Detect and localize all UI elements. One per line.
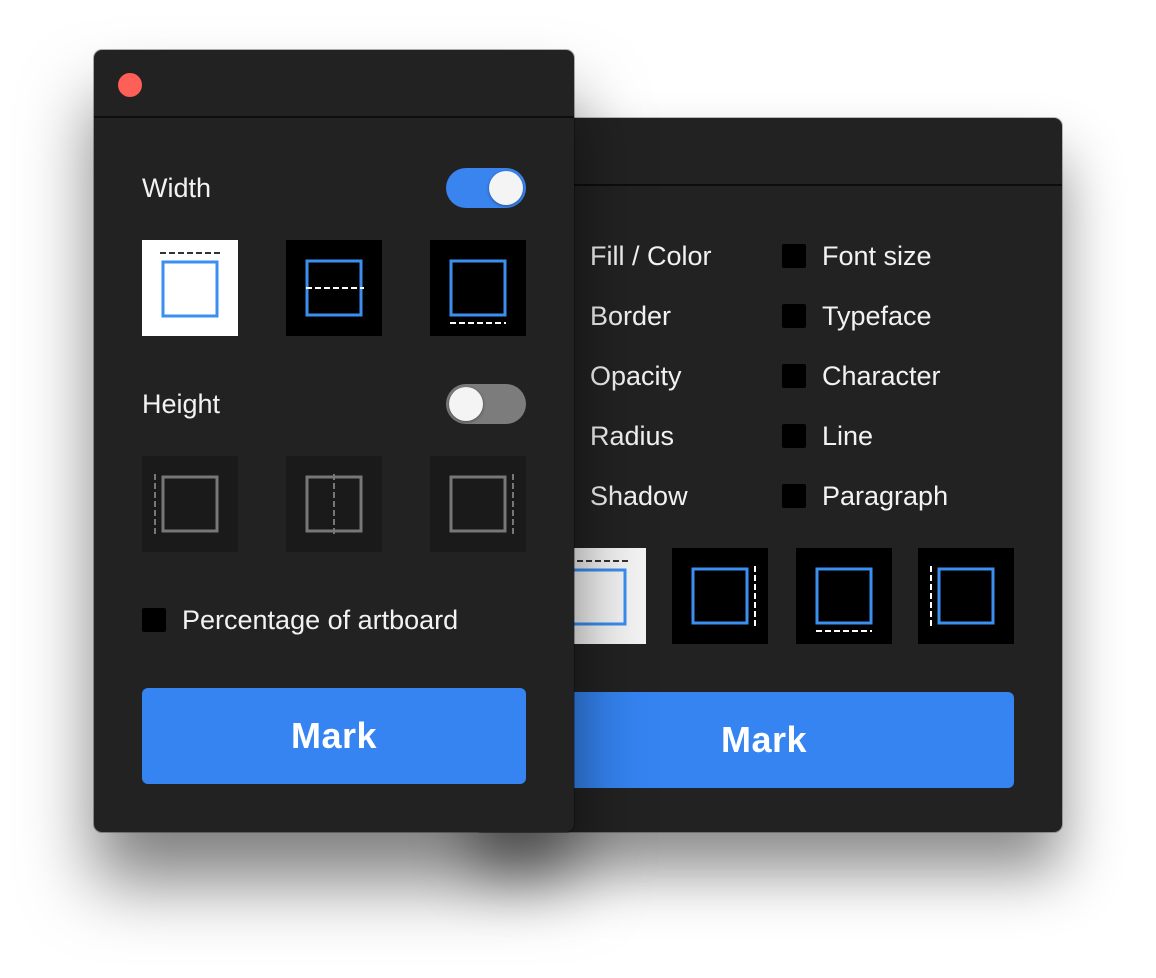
line-checkbox[interactable]	[782, 424, 806, 448]
position-left-icon	[930, 566, 995, 626]
width-middle-tile[interactable]	[286, 240, 382, 336]
width-bottom-tile[interactable]	[430, 240, 526, 336]
position-right-icon	[691, 566, 756, 626]
height-right-icon	[449, 474, 514, 534]
property-font-size[interactable]: Font size	[822, 240, 932, 272]
size-titlebar[interactable]	[94, 50, 574, 118]
percentage-checkbox[interactable]	[142, 608, 166, 632]
height-center-icon	[305, 474, 363, 534]
percentage-label[interactable]: Percentage of artboard	[182, 604, 458, 636]
height-toggle-knob	[449, 387, 483, 421]
height-left-icon	[154, 474, 219, 534]
mark-properties-button[interactable]: Mark	[514, 692, 1014, 788]
position-left-tile[interactable]	[918, 548, 1014, 644]
height-toggle[interactable]	[446, 384, 526, 424]
mark-size-button[interactable]: Mark	[142, 688, 526, 784]
property-character[interactable]: Character	[822, 360, 941, 392]
property-radius[interactable]: Radius	[590, 420, 674, 452]
width-middle-icon	[305, 259, 364, 317]
width-label: Width	[142, 173, 212, 203]
position-right-tile[interactable]	[672, 548, 768, 644]
width-toggle-knob	[489, 171, 523, 205]
property-fill-color[interactable]: Fill / Color	[590, 240, 712, 272]
property-paragraph[interactable]: Paragraph	[822, 480, 948, 512]
position-bottom-tile[interactable]	[796, 548, 892, 644]
width-toggle[interactable]	[446, 168, 526, 208]
property-opacity[interactable]: Opacity	[590, 360, 682, 392]
character-checkbox[interactable]	[782, 364, 806, 388]
typeface-checkbox[interactable]	[782, 304, 806, 328]
property-typeface[interactable]: Typeface	[822, 300, 932, 332]
close-icon[interactable]	[118, 73, 142, 97]
height-center-tile[interactable]	[286, 456, 382, 552]
property-line[interactable]: Line	[822, 420, 873, 452]
property-border[interactable]: Border	[590, 300, 671, 332]
size-panel: Width Height Percentage of artboard Mark	[94, 50, 574, 832]
height-left-tile[interactable]	[142, 456, 238, 552]
width-top-tile[interactable]	[142, 240, 238, 336]
position-bottom-icon	[815, 567, 873, 632]
width-bottom-icon	[449, 259, 507, 324]
height-label: Height	[142, 389, 221, 419]
width-top-icon	[160, 252, 220, 318]
font-size-checkbox[interactable]	[782, 244, 806, 268]
paragraph-checkbox[interactable]	[782, 484, 806, 508]
property-shadow[interactable]: Shadow	[590, 480, 688, 512]
height-right-tile[interactable]	[430, 456, 526, 552]
